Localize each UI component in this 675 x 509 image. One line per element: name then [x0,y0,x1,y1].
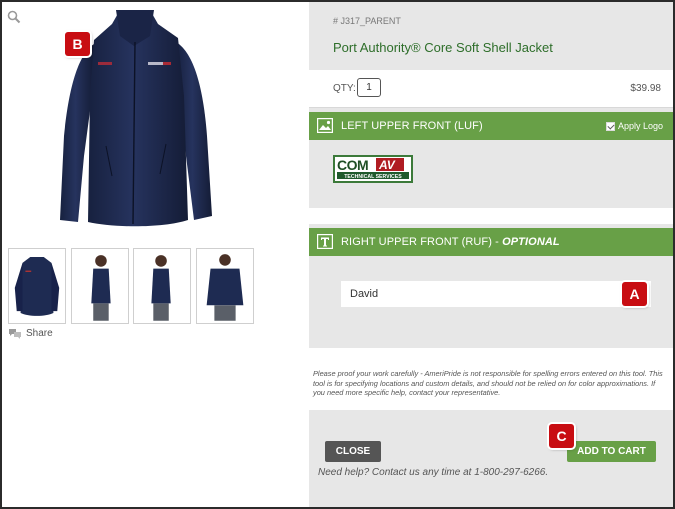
zoom-icon[interactable] [7,10,21,24]
qty-input[interactable]: 1 [357,78,381,97]
product-gallery: Share [2,2,308,507]
callout-c: C [549,424,574,448]
apply-logo-checkbox[interactable] [605,121,615,131]
share-link[interactable]: Share [8,328,53,339]
price: $39.98 [630,83,661,94]
thumbnail-back[interactable] [196,248,254,324]
action-bar: CLOSE ADD TO CART Need help? Contact us … [309,410,673,507]
callout-b: B [65,32,90,56]
apply-logo-toggle[interactable]: Apply Logo [605,121,663,131]
share-label: Share [26,328,53,339]
customization-panel: # J317_PARENT Port Authority® Core Soft … [309,2,673,507]
thumbnail-side-right[interactable] [133,248,191,324]
thumbnail-front[interactable] [8,248,66,324]
svg-text:AV: AV [378,158,396,172]
product-sku: # J317_PARENT [333,16,401,26]
proof-disclaimer: Please proof your work carefully - Ameri… [313,369,663,397]
apply-logo-label: Apply Logo [617,121,663,131]
svg-text:TECHNICAL SERVICES: TECHNICAL SERVICES [344,174,402,180]
callout-a: A [622,282,647,306]
comav-logo[interactable]: COM AV TECHNICAL SERVICES [333,155,413,183]
location-luf-header: LEFT UPPER FRONT (LUF) Apply Logo [309,112,673,140]
location-ruf-header: RIGHT UPPER FRONT (RUF) - OPTIONAL [309,228,673,256]
image-icon [317,118,333,133]
close-button[interactable]: CLOSE [325,441,381,462]
quantity-row: QTY: 1 $39.98 [309,70,673,108]
text-icon [317,234,333,249]
location-luf-label: LEFT UPPER FRONT (LUF) [341,120,483,132]
product-customizer-window: Share # J317_PARENT Port Authority® Core… [0,0,675,509]
location-ruf-section: RIGHT UPPER FRONT (RUF) - OPTIONAL David [309,224,673,348]
location-luf-section: LEFT UPPER FRONT (LUF) Apply Logo COM AV… [309,108,673,208]
svg-text:COM: COM [337,157,368,173]
product-title: Port Authority® Core Soft Shell Jacket [333,40,553,55]
product-header: # J317_PARENT Port Authority® Core Soft … [309,2,673,70]
qty-label: QTY: [333,83,356,94]
add-to-cart-button[interactable]: ADD TO CART [567,441,656,462]
help-text: Need help? Contact us any time at 1-800-… [318,467,549,478]
location-ruf-label: RIGHT UPPER FRONT (RUF) - OPTIONAL [341,236,560,248]
thumbnail-side-left[interactable] [71,248,129,324]
ruf-text-input[interactable]: David [341,281,651,307]
optional-label: OPTIONAL [502,236,560,248]
share-icon [9,329,21,339]
